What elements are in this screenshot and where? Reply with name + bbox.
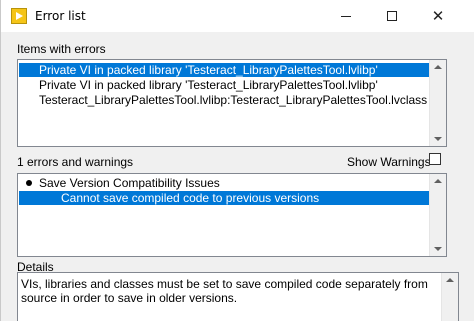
errors-warnings-list[interactable]: Save Version Compatibility Issues Cannot…: [17, 173, 447, 257]
title-bar[interactable]: Error list ✕: [1, 0, 474, 32]
error-list-window: Error list ✕ Items with errors Private V…: [0, 0, 474, 321]
show-warnings-label[interactable]: Show Warnings: [347, 155, 431, 169]
maximize-button[interactable]: [369, 0, 415, 32]
window-title: Error list: [35, 9, 86, 23]
show-warnings-checkbox[interactable]: [429, 153, 441, 165]
error-group-label: Save Version Compatibility Issues: [39, 176, 220, 190]
error-detail-label: Cannot save compiled code to previous ve…: [61, 191, 320, 205]
scroll-down-icon[interactable]: [434, 247, 442, 251]
close-icon: ✕: [431, 6, 445, 25]
error-item-row[interactable]: Private VI in packed library 'Testeract_…: [19, 63, 430, 77]
scroll-up-icon[interactable]: [434, 179, 442, 183]
minimize-button[interactable]: [323, 0, 369, 32]
error-item-row[interactable]: Private VI in packed library 'Testeract_…: [19, 78, 378, 92]
details-scrollbar[interactable]: [441, 273, 458, 321]
items-with-errors-list[interactable]: Private VI in packed library 'Testeract_…: [17, 59, 447, 147]
labview-app-icon: [11, 8, 27, 24]
items-with-errors-label: Items with errors: [17, 42, 106, 56]
error-item-row[interactable]: Testeract_LibraryPalettesTool.lvlibp:Tes…: [19, 93, 427, 107]
minimize-icon: [341, 15, 351, 17]
scroll-up-icon[interactable]: [446, 278, 454, 282]
scroll-up-icon[interactable]: [434, 65, 442, 69]
details-text-box[interactable]: VIs, libraries and classes must be set t…: [17, 272, 459, 321]
errors-warnings-count: 1 errors and warnings: [17, 155, 134, 169]
close-button[interactable]: ✕: [415, 0, 461, 32]
scroll-down-icon[interactable]: [434, 137, 442, 141]
maximize-icon: [387, 11, 397, 21]
bullet-icon: [26, 180, 32, 186]
errors-list-scrollbar[interactable]: [429, 174, 446, 256]
error-detail-row[interactable]: Cannot save compiled code to previous ve…: [19, 191, 430, 205]
items-list-scrollbar[interactable]: [429, 60, 446, 146]
details-text: VIs, libraries and classes must be set t…: [21, 277, 428, 305]
error-group-row[interactable]: Save Version Compatibility Issues: [19, 176, 220, 190]
